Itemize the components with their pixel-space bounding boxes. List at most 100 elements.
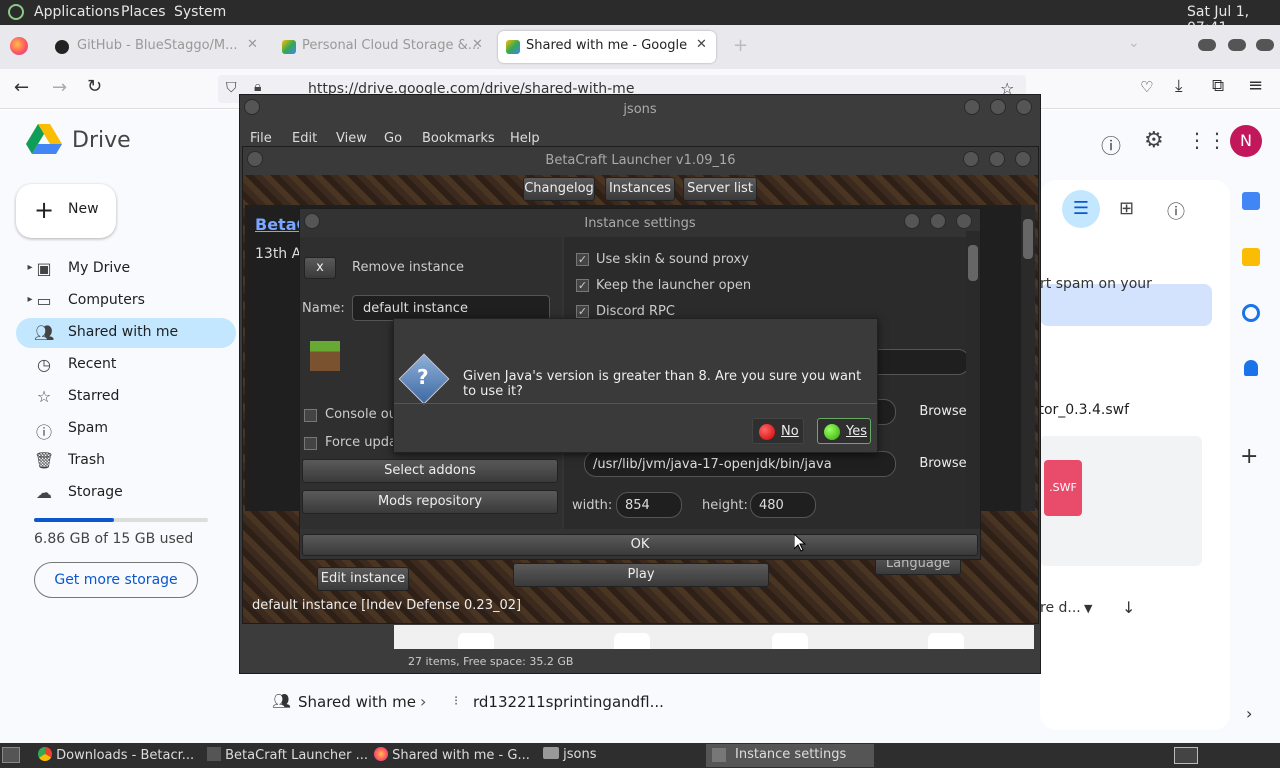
force-update-checkbox[interactable]	[304, 437, 317, 450]
close-icon[interactable]: ✕	[472, 37, 483, 52]
remove-x-button[interactable]: x	[304, 257, 336, 279]
play-button[interactable]: Play	[513, 563, 769, 587]
tab-cloud-storage[interactable]: Personal Cloud Storage &... ✕	[272, 31, 492, 63]
file-thumbnail[interactable]: .SWF	[1040, 436, 1202, 566]
sidebar-item-recent[interactable]: ◷ Recent	[16, 350, 236, 380]
maximize-icon[interactable]	[930, 213, 946, 229]
scrollbar-thumb[interactable]	[1023, 219, 1033, 259]
apps-grid-icon[interactable]: ⋮⋮	[1187, 128, 1227, 152]
minimize-icon[interactable]	[963, 151, 979, 167]
sort-dropdown[interactable]: re d...	[1040, 600, 1081, 616]
edit-instance-button[interactable]: Edit instance	[317, 567, 409, 591]
reload-icon[interactable]: ↻	[87, 76, 102, 97]
window-menu-icon[interactable]	[244, 99, 260, 115]
maximize-icon[interactable]	[1228, 39, 1246, 51]
close-icon[interactable]: ✕	[696, 37, 707, 52]
extensions-icon[interactable]: ⧉	[1212, 76, 1224, 96]
tab-shared-with-me[interactable]: Shared with me - Google Dr ✕	[498, 31, 716, 63]
close-window-icon[interactable]	[1015, 151, 1031, 167]
sort-direction-icon[interactable]: ↓	[1122, 598, 1135, 617]
tab-server-list[interactable]: Server list	[683, 177, 757, 201]
minimize-icon[interactable]	[904, 213, 920, 229]
settings-gear-icon[interactable]: ⚙	[1144, 128, 1164, 153]
downloads-icon[interactable]: ⤓	[1175, 76, 1183, 96]
system-menu[interactable]: System	[174, 4, 226, 20]
sidebar-item-storage[interactable]: ☁ Storage	[16, 478, 236, 508]
file-name[interactable]: lator_0.3.4.swf	[1026, 402, 1129, 418]
maximize-icon[interactable]	[989, 151, 1005, 167]
no-button[interactable]: No	[752, 418, 804, 444]
sidebar-item-computers[interactable]: ▸ ▭ Computers	[16, 286, 236, 316]
tasks-icon[interactable]	[1242, 304, 1260, 322]
menu-edit[interactable]: Edit	[292, 131, 317, 146]
close-icon[interactable]: ✕	[247, 37, 258, 52]
menu-bookmarks[interactable]: Bookmarks	[422, 131, 495, 146]
new-tab-icon[interactable]: +	[733, 35, 748, 56]
settings-scrollbar[interactable]	[966, 231, 980, 529]
calendar-icon[interactable]	[1242, 192, 1260, 210]
grid-view-icon[interactable]: ⊞	[1119, 198, 1134, 219]
news-scrollbar[interactable]	[1021, 205, 1035, 511]
sidebar-item-spam[interactable]: ⓘ Spam	[16, 414, 236, 444]
sidebar-item-trash[interactable]: 🗑︎ Trash	[16, 446, 236, 476]
ok-button[interactable]: OK	[302, 534, 978, 556]
help-icon[interactable]: ⓘ	[1101, 130, 1121, 159]
menu-go[interactable]: Go	[384, 131, 402, 146]
scrollbar-thumb[interactable]	[968, 245, 978, 281]
dropdown-arrow-icon[interactable]: ▼	[1084, 602, 1092, 615]
minimize-icon[interactable]	[1198, 39, 1216, 51]
breadcrumb-root[interactable]: Shared with me	[298, 693, 416, 711]
sidebar-item-starred[interactable]: ☆ Starred	[16, 382, 236, 412]
places-menu[interactable]: Places	[121, 4, 166, 20]
tab-changelog[interactable]: Changelog	[523, 177, 595, 201]
keep-icon[interactable]	[1242, 248, 1260, 266]
width-input[interactable]: 854	[616, 492, 682, 518]
workspace-switcher-icon[interactable]	[1174, 747, 1198, 764]
close-window-icon[interactable]	[1256, 39, 1274, 51]
taskbar-betacraft[interactable]: BetaCraft Launcher ...	[207, 747, 368, 763]
lock-icon[interactable]: 🔒︎	[254, 79, 261, 95]
add-addon-icon[interactable]: +	[1240, 444, 1258, 469]
java-path-input[interactable]: /usr/lib/jvm/java-17-openjdk/bin/java	[584, 451, 896, 477]
filter-icon[interactable]: ☰	[1062, 190, 1100, 228]
back-icon[interactable]: ←	[14, 77, 29, 98]
close-window-icon[interactable]	[956, 213, 972, 229]
keep-open-checkbox[interactable]: ✓	[576, 279, 589, 292]
discord-rpc-checkbox[interactable]: ✓	[576, 305, 589, 318]
taskbar-jsons[interactable]: jsons	[543, 747, 597, 762]
get-more-storage-button[interactable]: Get more storage	[34, 562, 198, 598]
select-addons-button[interactable]: Select addons	[302, 459, 558, 483]
maximize-icon[interactable]	[990, 99, 1006, 115]
shield-icon[interactable]: ⛉	[226, 80, 237, 96]
taskbar-instance-settings[interactable]: Instance settings	[706, 744, 874, 767]
firefox-icon[interactable]	[10, 37, 28, 55]
new-button[interactable]: + New	[16, 184, 116, 238]
file-icon[interactable]	[614, 633, 650, 649]
hamburger-menu-icon[interactable]: ≡	[1248, 75, 1263, 96]
tab-github[interactable]: GitHub - BlueStaggo/M... ✕	[45, 31, 265, 63]
file-icon[interactable]	[928, 633, 964, 649]
forward-icon[interactable]: →	[52, 77, 67, 98]
applications-menu[interactable]: Applications	[34, 4, 120, 20]
pocket-icon[interactable]: ♡	[1140, 78, 1153, 96]
taskbar-downloads[interactable]: Downloads - Betacr...	[38, 747, 194, 763]
drive-logo-text[interactable]: Drive	[72, 128, 131, 153]
menu-view[interactable]: View	[336, 131, 367, 146]
info-icon[interactable]: ⓘ	[1167, 198, 1185, 224]
tab-instances[interactable]: Instances	[605, 177, 675, 201]
drive-logo-icon[interactable]	[26, 124, 62, 156]
show-desktop-icon[interactable]	[2, 747, 20, 763]
breadcrumb-folder[interactable]: rd132211sprintingandfl...	[473, 693, 664, 711]
taskbar-firefox[interactable]: Shared with me - G...	[374, 747, 530, 763]
minimize-icon[interactable]	[964, 99, 980, 115]
contacts-icon[interactable]	[1244, 360, 1258, 376]
close-window-icon[interactable]	[1016, 99, 1032, 115]
console-checkbox[interactable]	[304, 409, 317, 422]
height-input[interactable]: 480	[750, 492, 816, 518]
sidebar-item-my-drive[interactable]: ▸ ▣ My Drive	[16, 254, 236, 284]
file-icon[interactable]	[772, 633, 808, 649]
grass-block-icon[interactable]	[310, 341, 340, 371]
menu-help[interactable]: Help	[510, 131, 540, 146]
yes-button[interactable]: Yes	[817, 418, 871, 444]
mods-repository-button[interactable]: Mods repository	[302, 490, 558, 514]
